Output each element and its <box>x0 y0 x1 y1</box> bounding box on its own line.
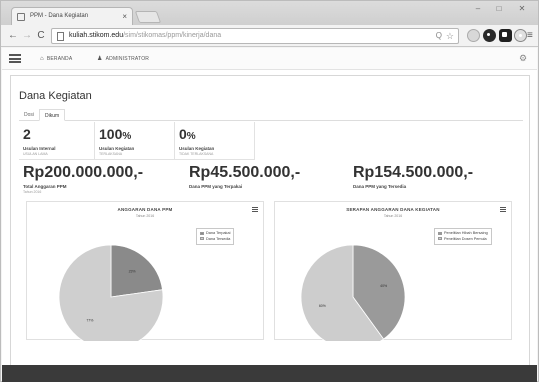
chart-legend: Penelitian Hibah Bersaing Penelitian Dos… <box>434 228 492 245</box>
browser-menu-icon[interactable]: ≡ <box>527 29 536 42</box>
legend-swatch <box>200 237 204 240</box>
address-bar[interactable]: kuliah.stikom.edu/sim/stikomas/ppm/kiner… <box>51 28 459 44</box>
money-label: Dana PPM yang Terpakai <box>189 184 243 189</box>
chart-menu-icon[interactable] <box>252 207 258 212</box>
chart-menu-icon[interactable] <box>500 207 506 212</box>
zoom-icon[interactable]: Q <box>436 29 442 43</box>
tab-strip: PPM - Dana Kegiatan × – □ ✕ <box>1 1 538 25</box>
maximize-button[interactable]: □ <box>489 3 509 15</box>
page-icon <box>57 32 64 41</box>
money-dana-tersedia: Rp154.500.000,- Dana PPM yang Tersedia <box>349 162 517 198</box>
page-title: Dana Kegiatan <box>19 90 92 102</box>
nav-label: ADMINISTRATOR <box>105 56 150 62</box>
legend-swatch <box>438 237 442 240</box>
extension-icon[interactable] <box>467 29 480 42</box>
pie-data-label: 23% <box>129 270 136 274</box>
money-label: Total Anggaran PPM <box>23 184 67 189</box>
nav-beranda[interactable]: ⌂ BERANDA <box>40 48 72 70</box>
pie-data-label: 60% <box>319 304 326 308</box>
nav-label: BERANDA <box>46 56 73 62</box>
tab-dikum[interactable]: Dikum <box>39 109 66 121</box>
stat-tidak-terlaksana: 0% Usulan Kegiatan TIDAK TERLAKSANA <box>175 122 255 160</box>
tab-dosi[interactable]: Dosi <box>19 109 39 121</box>
money-value: Rp45.500.000,- <box>189 164 301 181</box>
forward-icon[interactable]: → <box>21 29 33 42</box>
browser-toolbar: ← → C kuliah.stikom.edu/sim/stikomas/ppm… <box>1 25 538 47</box>
main-content: Dana Kegiatan Dosi Dikum 2 Usulan Intern… <box>10 75 530 379</box>
stat-sublabel: TIDAK TERLAKSANA <box>179 152 214 156</box>
stat-terlaksana: 100% Usulan Kegiatan TERLAKSANA <box>95 122 175 160</box>
gear-icon[interactable]: ⚙ <box>519 53 527 64</box>
browser-tab[interactable]: PPM - Dana Kegiatan × <box>11 7 133 25</box>
chart-subtitle: Tahun 2016 <box>135 214 155 218</box>
pie-data-label: 40% <box>380 284 387 288</box>
money-dana-terpakai: Rp45.500.000,- Dana PPM yang Terpakai <box>185 162 349 198</box>
stat-value: 0% <box>179 126 196 142</box>
chart-panel-serapan: 40% 60% SERAPAN ANGGARAN DANA KEGIATAN Ta… <box>274 201 512 341</box>
chart-title: ANGGARAN DANA PPM <box>117 207 173 212</box>
pie-chart-serapan: 40% 60% <box>300 244 406 341</box>
legend-swatch <box>438 231 442 235</box>
app-header: ⌂ BERANDA ♟ ADMINISTRATOR ⚙ <box>2 48 537 70</box>
chart-subtitle: Tahun 2016 <box>383 214 403 218</box>
browser-window: PPM - Dana Kegiatan × – □ ✕ ← → C kuliah… <box>0 0 539 382</box>
back-icon[interactable]: ← <box>7 29 19 42</box>
stat-value: 2 <box>23 126 31 142</box>
stat-label: Usulan Kegiatan <box>99 146 135 151</box>
close-window-button[interactable]: ✕ <box>510 3 534 15</box>
stat-sublabel: TERLAKSANA <box>99 152 123 156</box>
chart-legend: Dana Terpakai Dana Tersedia <box>196 228 235 245</box>
url-path: /sim/stikomas/ppm/kinerja/dana <box>123 32 222 39</box>
pie-data-label: 77% <box>86 318 93 322</box>
extension-icon[interactable] <box>499 29 512 42</box>
tab-close-icon[interactable]: × <box>122 8 127 25</box>
money-sublabel: Tahun 2016 <box>23 190 42 194</box>
money-label: Dana PPM yang Tersedia <box>353 184 407 189</box>
legend-swatch <box>200 231 204 235</box>
stat-label: Usulan Internal <box>23 146 56 151</box>
tab-title: PPM - Dana Kegiatan <box>30 13 89 19</box>
pie-slice-1[interactable] <box>110 244 163 298</box>
extension-icon[interactable] <box>483 29 496 42</box>
home-icon: ⌂ <box>40 56 44 62</box>
stat-label: Usulan Kegiatan <box>179 146 215 151</box>
stat-usulan-internal: 2 Usulan Internal USULAN LAMA <box>19 122 95 160</box>
money-value: Rp200.000.000,- <box>23 164 144 181</box>
stat-sublabel: USULAN LAMA <box>23 152 48 156</box>
nav-administrator[interactable]: ♟ ADMINISTRATOR <box>97 48 149 70</box>
stat-value: 100% <box>99 126 132 142</box>
pie-chart-anggaran: 23% 77% <box>58 244 164 341</box>
page-tabs: Dosi Dikum <box>19 109 523 121</box>
bookmark-star-icon[interactable]: ☆ <box>446 29 454 43</box>
hamburger-menu-icon[interactable] <box>9 54 21 63</box>
money-value: Rp154.500.000,- <box>353 164 474 181</box>
legend-item[interactable]: Penelitian Dosen Pemula <box>438 237 488 243</box>
url-host: kuliah.stikom.edu <box>69 32 124 39</box>
minimize-button[interactable]: – <box>468 3 488 15</box>
web-page: ⌂ BERANDA ♟ ADMINISTRATOR ⚙ Dana Kegiatan … <box>2 48 537 382</box>
extension-icon[interactable] <box>514 29 527 42</box>
chart-title: SERAPAN ANGGARAN DANA KEGIATAN <box>346 207 440 212</box>
favicon-icon <box>17 13 25 21</box>
user-icon: ♟ <box>97 56 103 62</box>
reload-icon[interactable]: C <box>35 29 47 42</box>
money-total-anggaran: Rp200.000.000,- Total Anggaran PPM Tahun… <box>19 162 185 198</box>
new-tab-button[interactable] <box>134 11 162 23</box>
bottom-bar <box>2 365 537 382</box>
chart-panel-anggaran: 23% 77% ANGGARAN DANA PPM Tahun 2016 Dana… <box>26 201 264 341</box>
legend-item[interactable]: Dana Tersedia <box>200 237 230 243</box>
